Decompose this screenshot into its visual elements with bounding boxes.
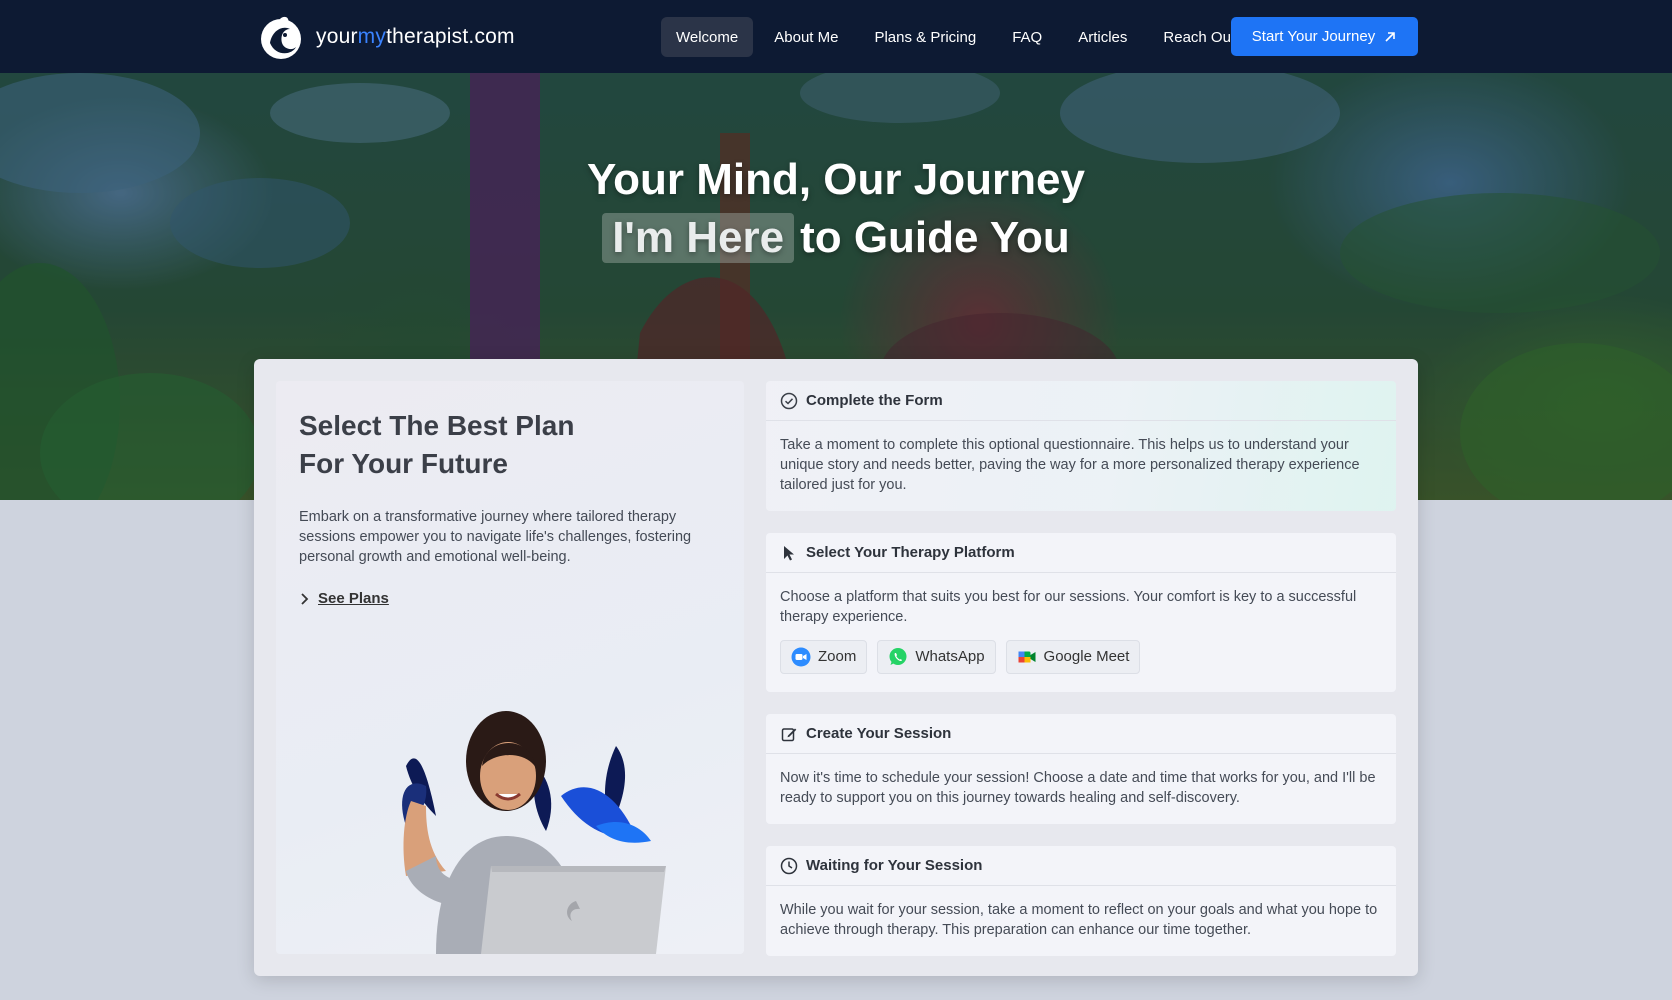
platform-label: WhatsApp <box>915 648 985 665</box>
journey-panel: Select The Best Plan For Your Future Emb… <box>254 359 1418 976</box>
step-title: Complete the Form <box>806 392 943 409</box>
platform-whatsapp-button[interactable]: WhatsApp <box>877 640 996 674</box>
step-header: Complete the Form <box>766 381 1396 421</box>
step-body: Take a moment to complete this optional … <box>780 437 1360 493</box>
clock-icon <box>780 857 798 874</box>
nav-item-about-me[interactable]: About Me <box>759 17 853 57</box>
hero-highlight-text: I'm Here <box>602 213 795 263</box>
step-header: Select Your Therapy Platform <box>766 533 1396 573</box>
start-journey-label: Start Your Journey <box>1251 28 1376 45</box>
step-waiting-session: Waiting for Your Session While you wait … <box>766 846 1396 956</box>
plans-title-line2: For Your Future <box>299 448 508 479</box>
plans-title-line1: Select The Best Plan <box>299 410 575 441</box>
step-complete-form: Complete the Form Take a moment to compl… <box>766 381 1396 511</box>
step-body: Now it's time to schedule your session! … <box>780 770 1376 806</box>
navbar: yourmytherapist.com Welcome About Me Pla… <box>0 0 1672 73</box>
site-logo[interactable]: yourmytherapist.com <box>258 12 515 62</box>
edit-icon <box>781 727 797 741</box>
step-body: While you wait for your session, take a … <box>780 902 1378 938</box>
whatsapp-icon <box>889 648 907 665</box>
chevron-right-icon <box>301 592 309 605</box>
plans-description: Embark on a transformative journey where… <box>299 509 692 565</box>
hero-title-line1: Your Mind, Our Journey <box>587 155 1085 204</box>
logo-text-accent: my <box>357 25 387 48</box>
plans-title: Select The Best Plan For Your Future <box>299 407 699 483</box>
nav-item-welcome[interactable]: Welcome <box>661 17 754 57</box>
platform-zoom-button[interactable]: Zoom <box>780 640 868 674</box>
logo-text-prefix: your <box>316 25 358 48</box>
hero-title-line2-rest: to Guide You <box>800 213 1070 262</box>
step-header: Create Your Session <box>766 714 1396 754</box>
plans-card: Select The Best Plan For Your Future Emb… <box>276 381 744 954</box>
nav-item-articles[interactable]: Articles <box>1063 17 1142 57</box>
nav-item-faq[interactable]: FAQ <box>997 17 1057 57</box>
hero-title-line2: I'm Here to Guide You <box>0 213 1672 263</box>
step-body-text: Choose a platform that suits you best fo… <box>780 589 1357 625</box>
step-create-session: Create Your Session Now it's time to sch… <box>766 714 1396 824</box>
check-circle-icon <box>780 392 798 409</box>
platform-label: Google Meet <box>1043 648 1130 665</box>
platform-options: Zoom WhatsApp Google Meet <box>780 640 1382 674</box>
platform-google-meet-button[interactable]: Google Meet <box>1005 640 1141 674</box>
step-title: Create Your Session <box>806 725 952 742</box>
see-plans-link[interactable]: See Plans <box>299 590 389 607</box>
nav-item-plans-pricing[interactable]: Plans & Pricing <box>859 17 991 57</box>
arrow-up-right-icon <box>1385 31 1396 42</box>
logo-bird-icon <box>261 16 301 59</box>
cursor-icon <box>784 545 794 560</box>
step-header: Waiting for Your Session <box>766 846 1396 886</box>
step-select-platform: Select Your Therapy Platform Choose a pl… <box>766 533 1396 692</box>
logo-text: yourmytherapist.com <box>316 25 515 49</box>
step-body: Choose a platform that suits you best fo… <box>766 573 1396 674</box>
start-journey-button[interactable]: Start Your Journey <box>1231 17 1418 56</box>
step-title: Select Your Therapy Platform <box>806 544 1015 561</box>
zoom-icon <box>791 647 811 667</box>
platform-label: Zoom <box>818 648 857 665</box>
woman-laptop-illustration <box>402 711 666 954</box>
logo-text-suffix: therapist.com <box>386 25 515 48</box>
step-title: Waiting for Your Session <box>806 857 983 874</box>
google-meet-icon <box>1018 651 1036 663</box>
main-nav: Welcome About Me Plans & Pricing FAQ Art… <box>661 17 1250 57</box>
see-plans-label: See Plans <box>318 590 389 607</box>
